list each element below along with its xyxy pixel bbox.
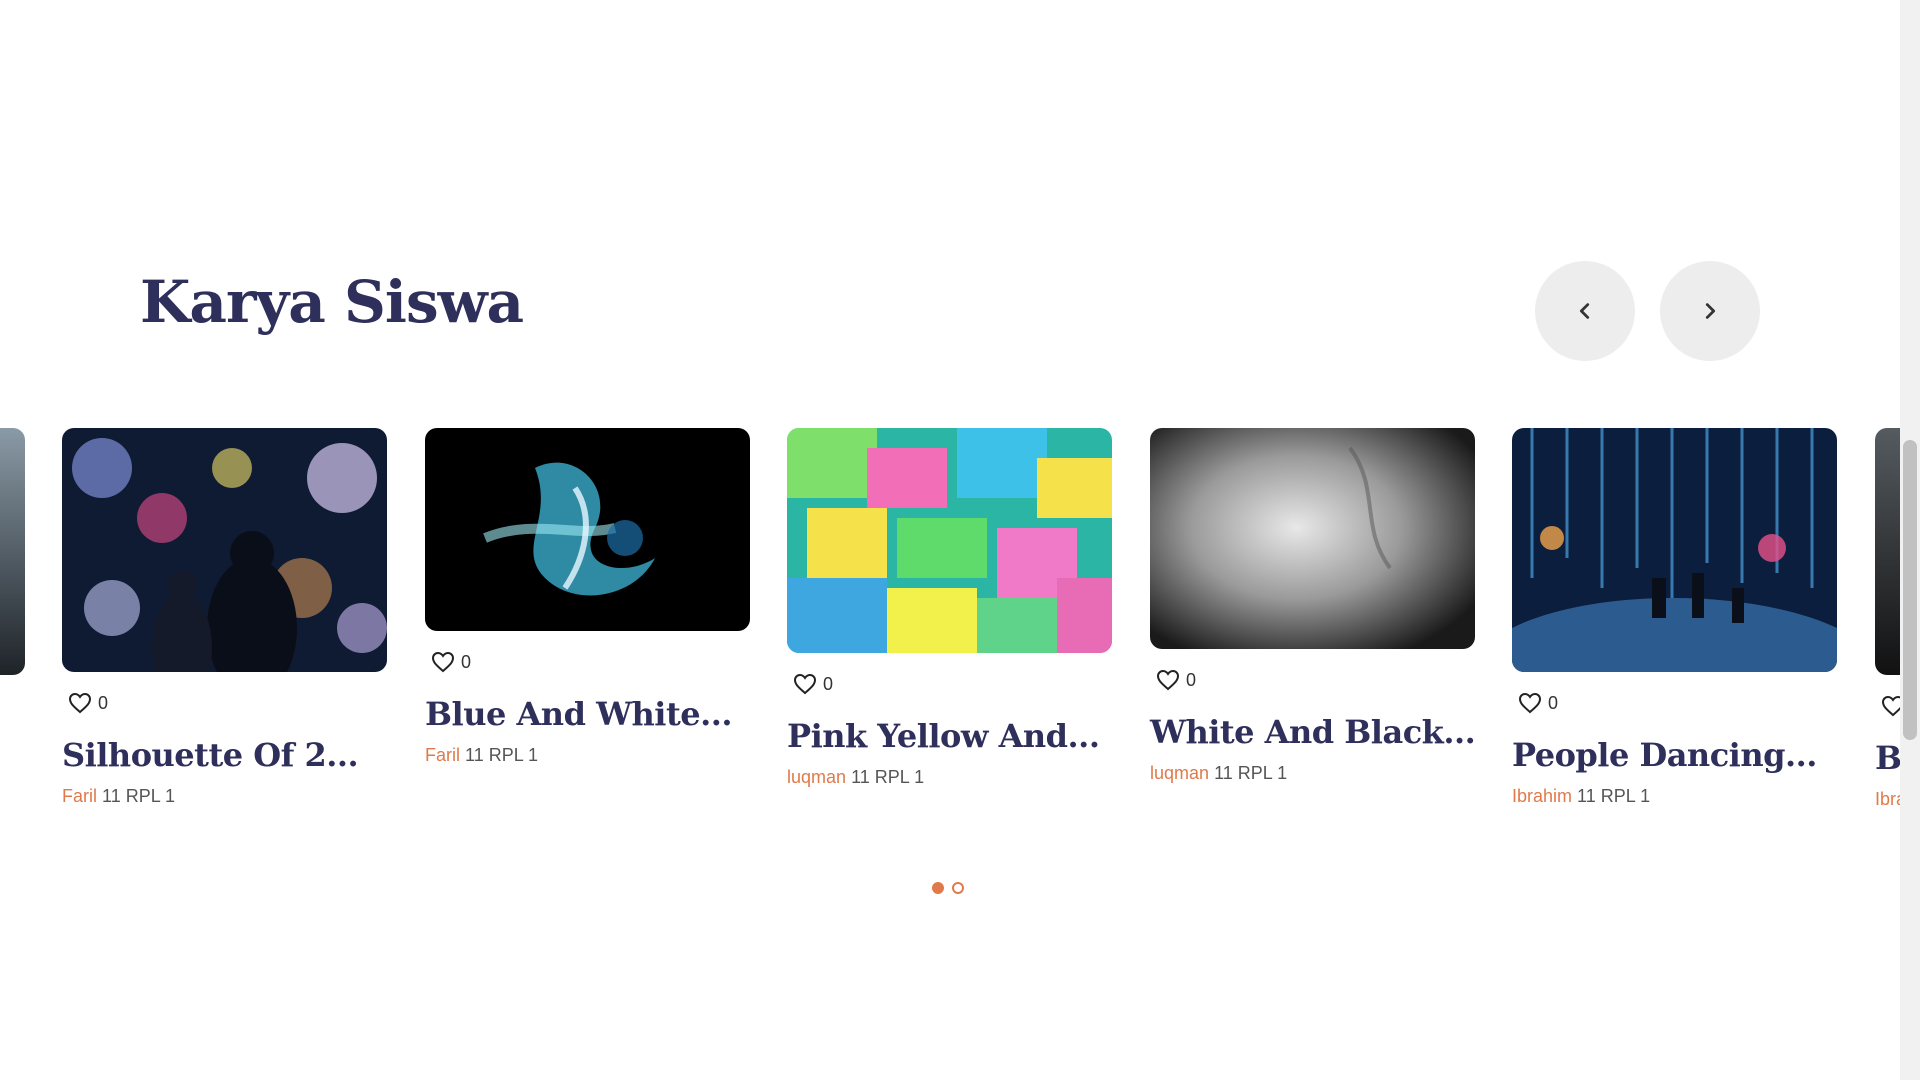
artwork-author[interactable]: Ibra — [1875, 789, 1900, 809]
like-count: 0 — [1548, 692, 1559, 713]
artwork-card[interactable]: 0 People Dancing... Ibrahim 11 RPL 1 — [1512, 428, 1837, 807]
heart-icon[interactable] — [68, 692, 92, 714]
partial-card-right[interactable]: B Ibra — [1875, 428, 1900, 810]
like-count: 0 — [461, 651, 472, 672]
artwork-meta: luqman 11 RPL 1 — [787, 767, 1112, 788]
like-row — [1881, 695, 1900, 717]
like-row: 0 — [431, 651, 750, 673]
page-viewport: Karya Siswa 0 Silhouette Of 2... Faril 1… — [0, 0, 1900, 1080]
artwork-meta: luqman 11 RPL 1 — [1150, 763, 1475, 784]
pagination-dot-1[interactable] — [932, 882, 944, 894]
artwork-image[interactable] — [1512, 428, 1837, 672]
carousel-track: 0 Silhouette Of 2... Faril 11 RPL 1 0 Bl… — [0, 0, 1900, 900]
carousel-pagination — [932, 882, 964, 894]
artwork-class: 11 RPL 1 — [102, 786, 176, 806]
partial-card-left[interactable] — [0, 428, 25, 675]
artwork-meta: Faril 11 RPL 1 — [62, 786, 387, 807]
artwork-class: 11 RPL 1 — [1577, 786, 1651, 806]
like-row: 0 — [793, 673, 1112, 695]
artwork-meta: Faril 11 RPL 1 — [425, 745, 750, 766]
artwork-class: 11 RPL 1 — [1214, 763, 1288, 783]
artwork-card[interactable]: 0 Blue And White... Faril 11 RPL 1 — [425, 428, 750, 766]
artwork-author[interactable]: Ibrahim — [1512, 786, 1572, 806]
heart-icon[interactable] — [1881, 695, 1900, 717]
artwork-class: 11 RPL 1 — [851, 767, 925, 787]
artwork-author[interactable]: Faril — [425, 745, 460, 765]
artwork-image[interactable] — [62, 428, 387, 672]
artwork-title[interactable]: Silhouette Of 2... — [62, 736, 387, 774]
artwork-title[interactable]: Pink Yellow And... — [787, 717, 1112, 755]
artwork-meta: Ibrahim 11 RPL 1 — [1512, 786, 1837, 807]
like-row: 0 — [68, 692, 387, 714]
like-count: 0 — [823, 673, 834, 694]
page-scrollbar[interactable] — [1900, 0, 1920, 1080]
like-row: 0 — [1156, 669, 1475, 691]
artwork-title[interactable]: People Dancing... — [1512, 736, 1837, 774]
artwork-author[interactable]: Faril — [62, 786, 97, 806]
artwork-title[interactable]: B — [1875, 739, 1900, 777]
heart-icon[interactable] — [431, 651, 455, 673]
artwork-card[interactable]: 0 White And Black... luqman 11 RPL 1 — [1150, 428, 1476, 784]
artwork-meta: Ibra — [1875, 789, 1900, 810]
artwork-class: 11 RPL 1 — [465, 745, 539, 765]
pagination-dot-2[interactable] — [952, 882, 964, 894]
partial-card-image — [0, 428, 25, 675]
artwork-title[interactable]: Blue And White... — [425, 695, 750, 733]
like-count: 0 — [98, 692, 109, 713]
artwork-card[interactable]: 0 Silhouette Of 2... Faril 11 RPL 1 — [62, 428, 387, 807]
artwork-card[interactable]: 0 Pink Yellow And... luqman 11 RPL 1 — [787, 428, 1112, 788]
partial-card-image[interactable] — [1875, 428, 1900, 675]
heart-icon[interactable] — [793, 673, 817, 695]
artwork-image[interactable] — [425, 428, 750, 631]
artwork-image[interactable] — [1150, 428, 1475, 649]
artwork-author[interactable]: luqman — [1150, 763, 1209, 783]
like-count: 0 — [1186, 669, 1197, 690]
artwork-title[interactable]: White And Black... — [1150, 713, 1476, 751]
scrollbar-thumb[interactable] — [1903, 440, 1917, 740]
artwork-image[interactable] — [787, 428, 1112, 653]
artwork-author[interactable]: luqman — [787, 767, 846, 787]
heart-icon[interactable] — [1156, 669, 1180, 691]
heart-icon[interactable] — [1518, 692, 1542, 714]
like-row: 0 — [1518, 692, 1837, 714]
